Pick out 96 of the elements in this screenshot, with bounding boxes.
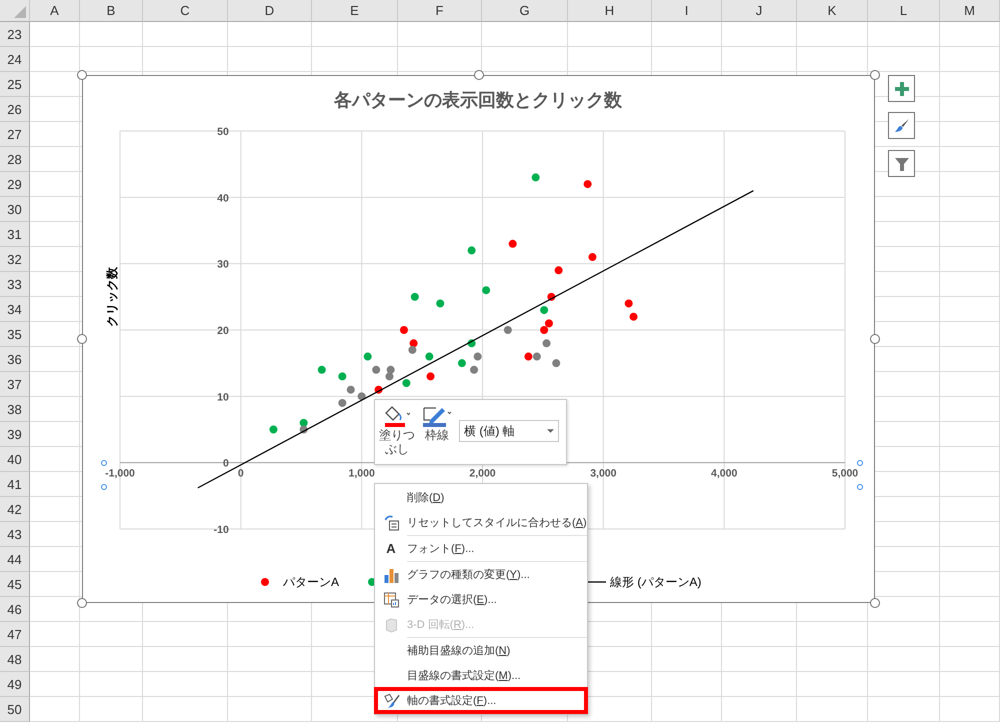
axis-label: -10 (214, 524, 229, 536)
row-header[interactable]: 36 (0, 347, 30, 372)
fill-button[interactable]: 塗りつぶし (379, 405, 415, 457)
row-header[interactable]: 26 (0, 97, 30, 122)
menu-item[interactable]: リセットしてスタイルに合わせる(A) (375, 510, 587, 535)
column-header[interactable]: M (940, 0, 1000, 22)
row-header[interactable]: 43 (0, 522, 30, 547)
axis-title: クリック数 (105, 266, 119, 327)
row-header[interactable]: 45 (0, 572, 30, 597)
menu-item[interactable]: 軸の書式設定(F)... (375, 688, 587, 713)
axis-label: 2,000 (469, 468, 496, 480)
axis-label: 1,000 (348, 468, 375, 480)
menu-item[interactable]: 削除(D) (375, 485, 587, 510)
row-header[interactable]: 29 (0, 172, 30, 197)
axis-label: 5,000 (832, 468, 858, 480)
row-header[interactable]: 46 (0, 597, 30, 622)
row-header[interactable]: 23 (0, 22, 30, 47)
triangle-icon (14, 6, 26, 18)
axis-label: 3,000 (590, 468, 616, 480)
menu-item[interactable]: グラフの種類の変更(Y)... (375, 562, 587, 587)
format-brush-icon (382, 692, 400, 708)
row-header[interactable]: 49 (0, 672, 30, 697)
selection-handle[interactable] (101, 484, 107, 490)
column-header[interactable]: A (30, 0, 80, 22)
chart-title: 各パターンの表示回数とクリック数 (334, 90, 622, 110)
resize-handle[interactable] (870, 598, 880, 608)
row-header[interactable]: 31 (0, 222, 30, 247)
column-header[interactable]: G (482, 0, 568, 22)
row-header[interactable]: 24 (0, 47, 30, 72)
row-header[interactable]: 42 (0, 497, 30, 522)
chart-filters-button[interactable] (888, 150, 915, 177)
row-header[interactable]: 34 (0, 297, 30, 322)
menu-item[interactable]: 補助目盛線の追加(N) (375, 638, 587, 663)
column-header[interactable]: K (797, 0, 868, 22)
resize-handle[interactable] (77, 70, 87, 80)
chart-elements-button[interactable] (888, 75, 915, 102)
row-header[interactable]: 25 (0, 72, 30, 97)
column-header[interactable]: L (868, 0, 940, 22)
chart-styles-button[interactable] (888, 112, 915, 139)
dropdown-arrow-icon (547, 429, 554, 433)
axis-label: 10 (217, 391, 229, 404)
legend-line (586, 581, 606, 583)
resize-handle[interactable] (870, 334, 880, 344)
axis-label: 4,000 (711, 468, 738, 480)
row-header[interactable]: 33 (0, 272, 30, 297)
row-header[interactable]: 47 (0, 622, 30, 647)
resize-handle[interactable] (77, 598, 87, 608)
column-header[interactable]: J (722, 0, 797, 22)
table-icon (382, 592, 400, 608)
row-header[interactable]: 27 (0, 122, 30, 147)
column-header[interactable]: D (228, 0, 312, 22)
row-header[interactable]: 39 (0, 422, 30, 447)
brush-icon (894, 118, 910, 134)
legend-marker (261, 578, 269, 586)
column-header[interactable]: E (312, 0, 398, 22)
row-header[interactable]: 40 (0, 447, 30, 472)
row-header[interactable]: 37 (0, 372, 30, 397)
font-icon: A (386, 541, 396, 556)
plus-icon (894, 80, 910, 96)
selection-handle[interactable] (101, 460, 107, 466)
column-header[interactable]: B (80, 0, 143, 22)
bar-chart-icon (382, 566, 400, 582)
axis-label: -1,000 (105, 468, 135, 480)
axis-label: 0 (238, 468, 244, 480)
column-header[interactable]: F (398, 0, 482, 22)
row-header[interactable]: 30 (0, 197, 30, 222)
row-header[interactable]: 50 (0, 697, 30, 722)
outline-button[interactable]: 枠線 (419, 405, 455, 443)
selection-handle[interactable] (857, 484, 863, 490)
axis-label: 40 (217, 192, 229, 204)
resize-handle[interactable] (77, 334, 87, 344)
chart-element-dropdown[interactable]: 横 (値) 軸 (459, 420, 559, 442)
menu-item[interactable]: A フォント(F)... (375, 536, 587, 561)
menu-item[interactable]: 目盛線の書式設定(M)... (375, 663, 587, 688)
axis-label: 20 (217, 325, 229, 337)
legend-label: 線形 (パターンA) (610, 575, 702, 589)
row-header[interactable]: 41 (0, 472, 30, 497)
row-header[interactable]: 44 (0, 547, 30, 572)
axis-label: 30 (217, 258, 229, 271)
row-header[interactable]: 38 (0, 397, 30, 422)
selection-handle[interactable] (857, 460, 863, 466)
row-header[interactable]: 32 (0, 247, 30, 272)
paint-bucket-icon (384, 405, 410, 427)
column-header[interactable]: H (568, 0, 652, 22)
column-header[interactable]: C (143, 0, 228, 22)
legend-label: パターンA (283, 575, 340, 589)
resize-handle[interactable] (870, 70, 880, 80)
row-header[interactable]: 35 (0, 322, 30, 347)
axis-label: 0 (223, 458, 229, 470)
axis-label: 50 (217, 126, 229, 138)
row-header[interactable]: 28 (0, 147, 30, 172)
column-header[interactable]: I (652, 0, 722, 22)
pen-icon (422, 405, 452, 427)
reset-style-icon (382, 514, 400, 530)
funnel-icon (894, 156, 910, 172)
row-header[interactable]: 48 (0, 647, 30, 672)
